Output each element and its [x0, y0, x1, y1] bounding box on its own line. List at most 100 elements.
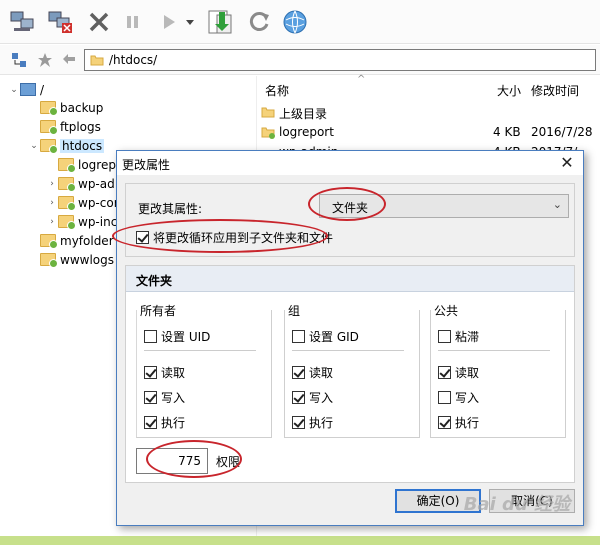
change-target-label: 更改其属性:	[138, 202, 203, 216]
stop-icon[interactable]	[84, 7, 114, 37]
highlight-ring-recursive	[112, 219, 328, 253]
back-icon[interactable]	[60, 51, 78, 69]
column-name[interactable]: 名称	[265, 82, 289, 99]
tree-item-label: wwwlogs	[60, 252, 114, 267]
close-icon[interactable]: ✕	[557, 153, 577, 173]
checkbox-label: 设置 UID	[161, 330, 211, 344]
checkbox-label: 读取	[161, 366, 186, 380]
chevron-down-icon: ⌄	[552, 198, 562, 211]
list-header: 名称 ^ 大小 修改时间	[257, 74, 600, 102]
checkbox-label: 执行	[455, 416, 480, 430]
folder-icon	[40, 253, 58, 268]
group-write-checkbox[interactable]: 写入	[292, 389, 333, 406]
star-icon[interactable]	[36, 51, 54, 69]
set-gid-checkbox[interactable]: 设置 GID	[292, 328, 359, 345]
pause-icon[interactable]	[118, 7, 148, 37]
folder-icon	[90, 53, 104, 70]
tree-item-wwwlogs[interactable]: wwwlogs	[28, 250, 114, 269]
divider	[292, 350, 404, 351]
path-input[interactable]: /htdocs/	[84, 49, 596, 71]
tree-item-label: ftplogs	[60, 119, 101, 134]
group-read-checkbox[interactable]: 读取	[292, 364, 333, 381]
folder-icon	[58, 196, 76, 211]
column-modified[interactable]: 修改时间	[531, 82, 579, 99]
checkbox-label: 写入	[309, 391, 334, 405]
status-strip	[0, 536, 600, 545]
disconnect-icon[interactable]	[46, 7, 76, 37]
owner-write-checkbox[interactable]: 写入	[144, 389, 185, 406]
folder-icon	[58, 158, 76, 173]
tree-item-label: htdocs	[60, 138, 105, 153]
folder-icon	[58, 177, 76, 192]
tree-item-backup[interactable]: backup	[28, 98, 103, 117]
chevron-down-icon[interactable]: ⌄	[8, 85, 20, 95]
chevron-right-icon[interactable]: ›	[46, 217, 58, 227]
list-item-parent[interactable]: 上级目录	[257, 102, 600, 122]
watermark-text: Bai du 经验	[463, 494, 570, 515]
tree-item-label: myfolder	[60, 233, 114, 248]
list-item-name: 上级目录	[279, 107, 328, 121]
list-item-size: 4 KB	[493, 125, 521, 139]
section-header: 文件夹	[126, 266, 574, 292]
site-manager-icon[interactable]	[10, 51, 28, 69]
tree-item-wp-admin[interactable]: › wp-ad	[46, 174, 115, 193]
tree-item-label: wp-ad	[78, 176, 115, 191]
checkbox-label: 写入	[161, 391, 186, 405]
tree-item-ftplogs[interactable]: ftplogs	[28, 117, 101, 136]
folder-up-icon	[261, 105, 275, 122]
tree-item-label: wp-inc	[78, 214, 118, 229]
globe-icon[interactable]	[280, 7, 310, 37]
tree-item-wp-includes[interactable]: › wp-inc	[46, 212, 117, 231]
chevron-right-icon[interactable]: ›	[46, 179, 58, 189]
list-item[interactable]: logreport 4 KB 2016/7/28	[257, 122, 600, 142]
owner-exec-checkbox[interactable]: 执行	[144, 414, 185, 431]
address-bar: /htdocs/	[0, 45, 600, 75]
download-icon[interactable]	[206, 7, 236, 37]
tree-item-label: wp-cor	[78, 195, 119, 210]
tree-item-root[interactable]: ⌄ /	[8, 80, 44, 99]
owner-read-checkbox[interactable]: 读取	[144, 364, 185, 381]
divider	[144, 350, 256, 351]
folder-icon	[261, 125, 275, 142]
tree-item-label: /	[40, 82, 45, 97]
checkbox-label: 执行	[309, 416, 334, 430]
tree-item-wp-content[interactable]: › wp-cor	[46, 193, 119, 212]
chevron-right-icon[interactable]: ›	[46, 198, 58, 208]
refresh-icon[interactable]	[244, 7, 274, 37]
checkbox-label: 读取	[455, 366, 480, 380]
checkbox-label: 写入	[455, 391, 480, 405]
sort-up-icon: ^	[357, 74, 366, 85]
sticky-checkbox[interactable]: 粘滞	[438, 328, 479, 345]
group-exec-checkbox[interactable]: 执行	[292, 414, 333, 431]
checkbox-label: 执行	[161, 416, 186, 430]
dropdown-icon[interactable]	[180, 7, 200, 37]
computer-icon	[20, 83, 36, 96]
chevron-down-icon[interactable]: ⌄	[28, 141, 40, 151]
public-exec-checkbox[interactable]: 执行	[438, 414, 479, 431]
path-text: /htdocs/	[109, 53, 158, 67]
divider	[438, 350, 550, 351]
set-uid-checkbox[interactable]: 设置 UID	[144, 328, 210, 345]
folder-icon	[40, 234, 58, 249]
public-write-checkbox[interactable]: 写入	[438, 389, 479, 406]
tree-item-logreport[interactable]: logrep	[46, 155, 116, 174]
list-item-modified: 2016/7/28	[531, 125, 593, 139]
toolbar	[0, 0, 600, 44]
connect-icon[interactable]	[8, 7, 38, 37]
checkbox-label: 粘滞	[455, 330, 480, 344]
tree-item-label: backup	[60, 100, 104, 115]
dialog-title: 更改属性	[122, 158, 171, 172]
tree-item-label: logrep	[78, 157, 116, 172]
checkbox-label: 读取	[309, 366, 334, 380]
folder-icon	[40, 101, 58, 116]
checkbox-label: 设置 GID	[309, 330, 359, 344]
highlight-ring-permission	[146, 440, 242, 478]
folder-icon	[40, 120, 58, 135]
tree-item-myfolder[interactable]: myfolder	[28, 231, 114, 250]
public-read-checkbox[interactable]: 读取	[438, 364, 479, 381]
highlight-ring-target	[308, 187, 386, 221]
column-size[interactable]: 大小	[497, 82, 521, 99]
dialog-titlebar: 更改属性 ✕	[117, 151, 583, 175]
folder-icon	[58, 215, 76, 230]
tree-item-htdocs[interactable]: ⌄ htdocs	[28, 136, 105, 155]
